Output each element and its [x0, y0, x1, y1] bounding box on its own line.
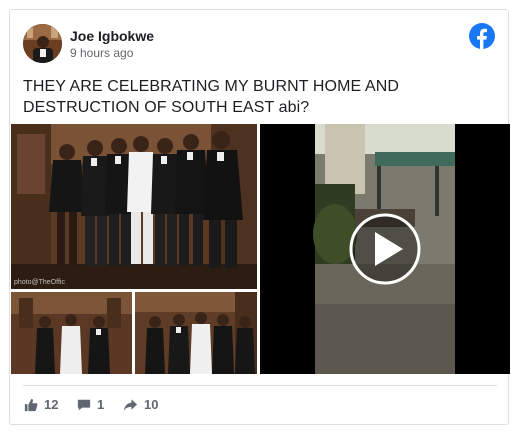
likes-count-label: 12: [44, 397, 59, 412]
group-photo-main[interactable]: photo@TheOffic: [11, 124, 257, 289]
share-arrow-icon: [123, 398, 138, 411]
post-stats-bar: 12 1 10: [10, 391, 508, 421]
post-header: Joe Igbokwe 9 hours ago: [10, 10, 508, 70]
group-photo-2[interactable]: [11, 292, 132, 374]
footer-divider: [23, 385, 497, 386]
likes-count[interactable]: 12: [24, 397, 58, 412]
post-media: photo@TheOffic: [10, 124, 510, 374]
shares-count-label: 10: [144, 397, 159, 412]
facebook-logo-icon[interactable]: [469, 23, 495, 49]
post-text: THEY ARE CELEBRATING MY BURNT HOME AND D…: [23, 78, 400, 116]
comments-count[interactable]: 1: [77, 397, 104, 412]
shares-count[interactable]: 10: [123, 397, 158, 412]
post-timestamp[interactable]: 9 hours ago: [70, 46, 133, 60]
author-name[interactable]: Joe Igbokwe: [70, 28, 154, 44]
photo-watermark: photo@TheOffic: [14, 279, 65, 286]
author-avatar[interactable]: [23, 24, 62, 63]
group-photo-3[interactable]: [135, 292, 257, 374]
video-player[interactable]: [260, 124, 510, 374]
comment-icon: [77, 399, 91, 410]
facebook-post-card: Joe Igbokwe 9 hours ago THEY ARE CELEBRA…: [9, 9, 510, 425]
comments-count-label: 1: [97, 397, 105, 412]
thumbs-up-icon: [24, 398, 38, 411]
